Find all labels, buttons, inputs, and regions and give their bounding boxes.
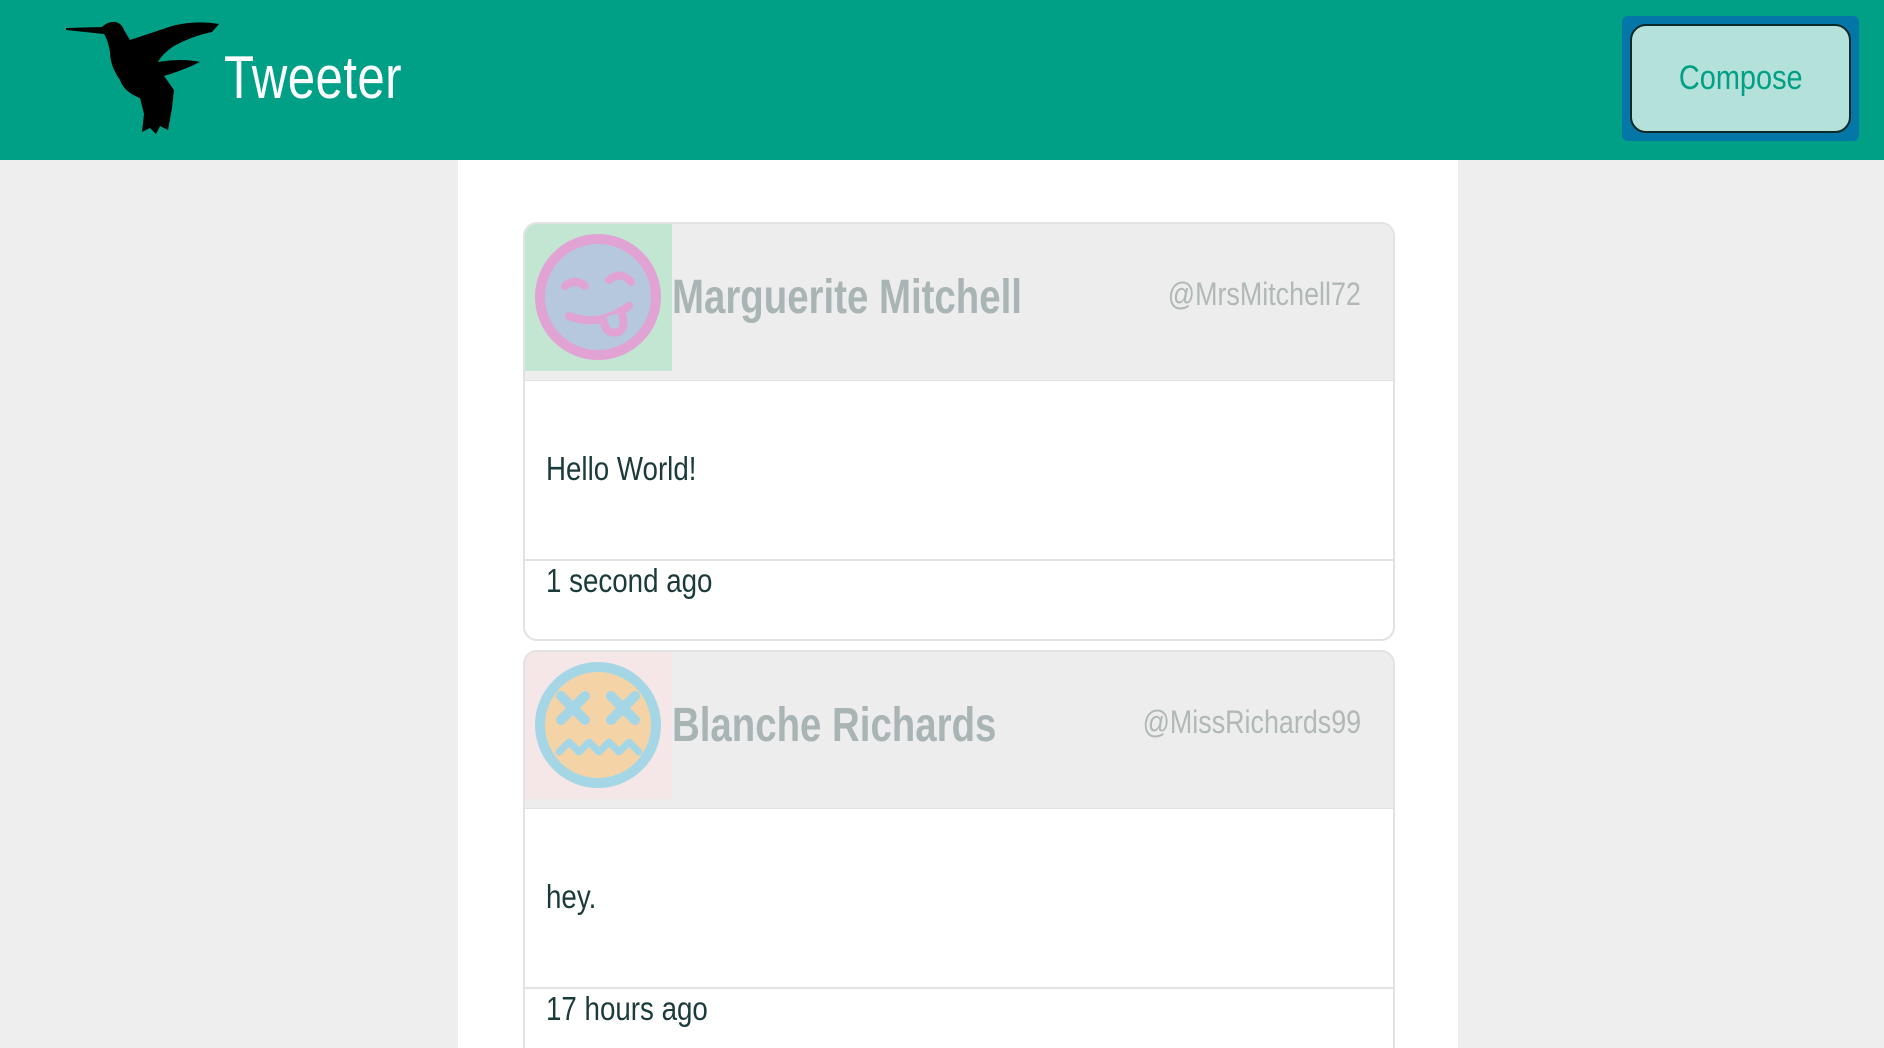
hummingbird-icon[interactable] — [64, 18, 224, 136]
tweet-author-handle: @MissRichards99 — [1142, 704, 1361, 740]
tweet-card: Marguerite Mitchell @MrsMitchell72 Hello… — [523, 222, 1395, 641]
tweet-timestamp: 17 hours ago — [546, 990, 708, 1027]
tweet-text: Hello World! — [546, 450, 697, 487]
app-brand-title: Tweeter — [224, 44, 402, 111]
compose-button[interactable]: Compose — [1630, 24, 1851, 133]
tweet-author-handle: @MrsMitchell72 — [1167, 276, 1361, 312]
tweet-feed: Marguerite Mitchell @MrsMitchell72 Hello… — [458, 160, 1458, 1048]
compose-button-label: Compose — [1678, 59, 1803, 97]
tweet-card: Blanche Richards @MissRichards99 hey. 17… — [523, 650, 1395, 1048]
compose-focus-ring: Compose — [1622, 16, 1859, 141]
tweet-text: hey. — [546, 878, 597, 915]
top-navbar: Tweeter Compose — [0, 0, 1884, 160]
tweet-author-name: Marguerite Mitchell — [672, 271, 1022, 324]
tweet-body: Hello World! — [525, 381, 1393, 561]
tweet-footer: 1 second ago — [525, 561, 1393, 639]
tongue-out-face-icon — [525, 224, 672, 371]
tweet-footer: 17 hours ago — [525, 989, 1393, 1048]
tweet-author-name: Blanche Richards — [672, 699, 997, 752]
tweet-timestamp: 1 second ago — [546, 562, 713, 599]
dizzy-face-icon — [525, 652, 672, 799]
tweet-body: hey. — [525, 809, 1393, 989]
tweet-header: Blanche Richards @MissRichards99 — [525, 652, 1393, 809]
tweet-header: Marguerite Mitchell @MrsMitchell72 — [525, 224, 1393, 381]
